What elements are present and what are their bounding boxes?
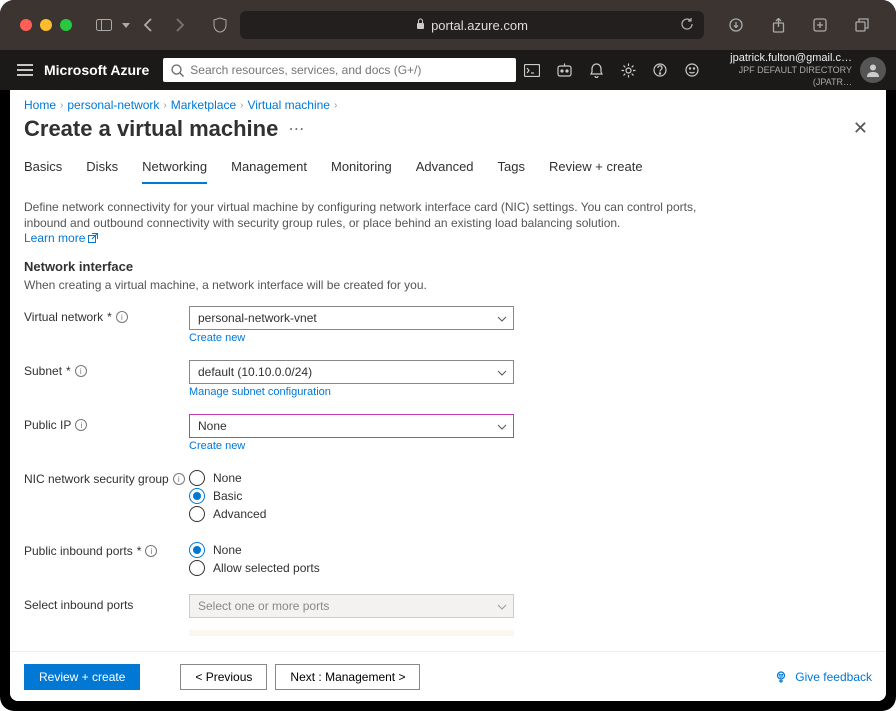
share-icon[interactable] [764,11,792,39]
public-ip-select[interactable]: None [189,414,514,438]
tab-networking[interactable]: Networking [142,153,207,184]
azure-header: Microsoft Azure jpatrick.fulton@gmail.c…… [0,50,896,90]
lock-icon [416,18,425,32]
chevron-down-icon [497,365,507,379]
feedback-smiley-icon[interactable] [676,63,708,78]
tabs-icon[interactable] [848,11,876,39]
chevron-right-icon: › [163,100,166,111]
account-directory: JPF DEFAULT DIRECTORY (JPATR… [712,64,852,88]
account-menu[interactable]: jpatrick.fulton@gmail.c… JPF DEFAULT DIR… [712,52,886,88]
subnet-select[interactable]: default (10.10.0.0/24) [189,360,514,384]
help-icon[interactable] [644,63,676,78]
tab-advanced[interactable]: Advanced [416,153,474,184]
azure-logo[interactable]: Microsoft Azure [44,62,149,78]
next-button[interactable]: Next : Management > [275,664,420,690]
close-window-button[interactable] [20,19,32,31]
nsg-label: NIC network security group [24,472,169,486]
section-description: When creating a virtual machine, a netwo… [24,278,872,292]
url-bar[interactable]: portal.azure.com [240,11,704,39]
maximize-window-button[interactable] [60,19,72,31]
sidebar-toggle-icon[interactable] [90,11,118,39]
account-email: jpatrick.fulton@gmail.c… [712,52,852,64]
inbound-label: Public inbound ports [24,544,133,558]
review-create-button[interactable]: Review + create [24,664,140,690]
info-icon[interactable]: i [173,473,185,485]
give-feedback-link[interactable]: Give feedback [776,670,872,684]
nsg-radio-advanced[interactable]: Advanced [189,506,514,522]
breadcrumb-marketplace[interactable]: Marketplace [171,98,236,112]
minimize-window-button[interactable] [40,19,52,31]
privacy-shield-icon[interactable] [206,11,234,39]
info-icon[interactable]: i [75,419,87,431]
chevron-down-icon [497,311,507,325]
tab-basics[interactable]: Basics [24,153,62,184]
previous-button[interactable]: < Previous [180,664,267,690]
chevron-down-icon [497,419,507,433]
page-content: Home › personal-network › Marketplace › … [10,90,886,701]
tab-description: Define network connectivity for your vir… [24,199,724,231]
select-ports-label: Select inbound ports [24,598,133,612]
tabs: Basics Disks Networking Management Monit… [10,153,886,185]
search-input[interactable] [190,63,508,77]
more-actions-icon[interactable]: ⋯ [288,119,304,139]
breadcrumb-home[interactable]: Home [24,98,56,112]
back-button[interactable] [134,11,162,39]
public-ip-label: Public IP [24,418,71,432]
browser-titlebar: portal.azure.com [0,0,896,50]
avatar [860,57,886,83]
page-title: Create a virtual machine [24,116,278,142]
inbound-radio-allow[interactable]: Allow selected ports [189,560,514,576]
new-tab-icon[interactable] [806,11,834,39]
tab-disks[interactable]: Disks [86,153,118,184]
notifications-icon[interactable] [580,63,612,78]
wizard-footer: Review + create < Previous Next : Manage… [10,651,886,701]
tab-review-create[interactable]: Review + create [549,153,643,184]
nsg-radio-basic[interactable]: Basic [189,488,514,504]
subnet-label: Subnet [24,364,62,378]
reload-icon[interactable] [680,17,694,34]
settings-gear-icon[interactable] [612,63,644,78]
breadcrumb: Home › personal-network › Marketplace › … [10,90,886,112]
breadcrumb-personal-network[interactable]: personal-network [67,98,159,112]
chevron-right-icon: › [240,100,243,111]
breadcrumb-virtual-machine[interactable]: Virtual machine [247,98,330,112]
warning-callout: ▲ This will allow all IP addresses to ac… [189,630,514,636]
close-blade-button[interactable]: ✕ [849,114,872,143]
chevron-down-icon [497,599,507,613]
cloud-shell-icon[interactable] [516,63,548,78]
dropdown-chevron-icon[interactable] [118,11,134,39]
tab-management[interactable]: Management [231,153,307,184]
menu-icon[interactable] [10,64,40,76]
info-icon[interactable]: i [145,545,157,557]
create-new-vnet-link[interactable]: Create new [189,332,245,344]
tab-tags[interactable]: Tags [498,153,525,184]
section-heading: Network interface [24,259,872,274]
select-ports-dropdown: Select one or more ports [189,594,514,618]
nsg-radio-none[interactable]: None [189,470,514,486]
downloads-icon[interactable] [722,11,750,39]
chevron-right-icon: › [60,100,63,111]
window-controls [20,19,72,31]
inbound-radio-none[interactable]: None [189,542,514,558]
forward-button[interactable] [166,11,194,39]
info-icon[interactable]: i [116,311,128,323]
virtual-network-label: Virtual network [24,310,103,324]
url-text: portal.azure.com [431,18,528,33]
manage-subnet-link[interactable]: Manage subnet configuration [189,386,331,398]
tab-monitoring[interactable]: Monitoring [331,153,392,184]
create-new-ip-link[interactable]: Create new [189,440,245,452]
info-icon[interactable]: i [75,365,87,377]
learn-more-link[interactable]: Learn more [24,231,98,245]
copilot-icon[interactable] [548,63,580,78]
search-box[interactable] [163,58,516,82]
chevron-right-icon: › [334,100,337,111]
virtual-network-select[interactable]: personal-network-vnet [189,306,514,330]
